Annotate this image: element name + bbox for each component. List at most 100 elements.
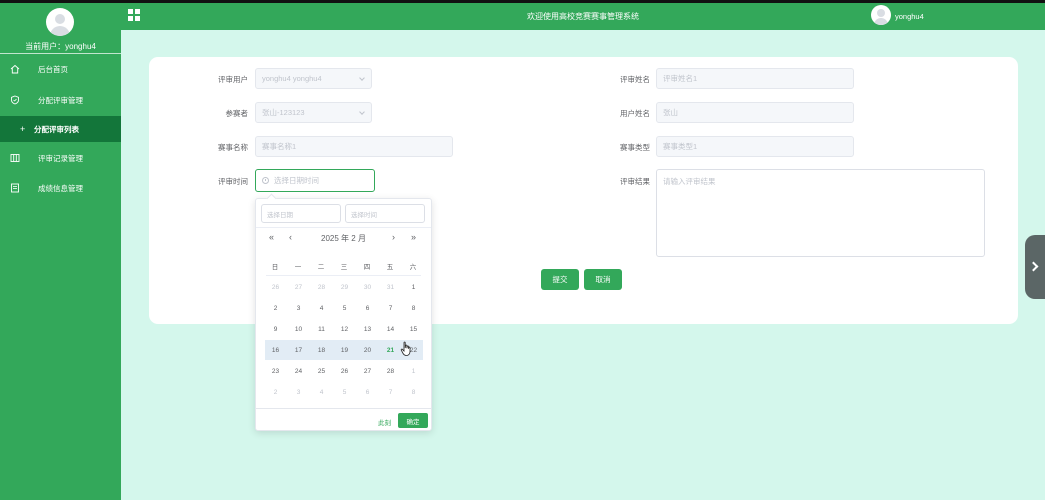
calendar-day[interactable]: 6 xyxy=(356,382,379,402)
sidebar-item-review-records[interactable]: 评审记录管理 xyxy=(0,145,121,171)
weekday-label: 二 xyxy=(317,264,325,271)
event-type-label: 赛事类型 xyxy=(620,143,650,152)
weekday-divider xyxy=(266,275,421,276)
calendar-day[interactable]: 5 xyxy=(333,382,356,402)
reviewer-name-placeholder: 评审姓名1 xyxy=(663,74,698,83)
calendar-day[interactable]: 17 xyxy=(287,340,310,360)
sidebar-item-assign-review-list[interactable]: + 分配评审列表 xyxy=(0,116,121,142)
confirm-button[interactable]: 确定 xyxy=(398,413,428,428)
calendar-day[interactable]: 13 xyxy=(356,319,379,339)
calendar-day[interactable]: 1 xyxy=(402,277,425,297)
review-time-placeholder: 选择日期时间 xyxy=(274,176,319,185)
calendar-day[interactable]: 3 xyxy=(287,298,310,318)
sidebar: 当前用户：yonghu4 后台首页 分配评审管理 + 分配评审列表 评审记录管理… xyxy=(0,3,121,500)
top-header: 欢迎使用高校竞赛赛事管理系统 yonghu4 xyxy=(121,3,1045,30)
weekday-label: 一 xyxy=(294,264,302,271)
sidebar-item-home[interactable]: 后台首页 xyxy=(0,56,121,82)
sidebar-item-score-info[interactable]: 成绩信息管理 xyxy=(0,175,121,201)
calendar-day[interactable]: 8 xyxy=(402,382,425,402)
next-month-button[interactable]: › xyxy=(392,232,395,242)
calendar-day[interactable]: 21 xyxy=(379,340,402,360)
calendar-day[interactable]: 28 xyxy=(310,277,333,297)
document-icon xyxy=(9,183,20,194)
calendar-day[interactable]: 25 xyxy=(310,361,333,381)
review-result-placeholder: 请输入评审结果 xyxy=(663,177,716,186)
calendar-day[interactable]: 11 xyxy=(310,319,333,339)
calendar-day[interactable]: 20 xyxy=(356,340,379,360)
calendar-day[interactable]: 5 xyxy=(333,298,356,318)
event-name-placeholder: 赛事名称1 xyxy=(262,142,297,151)
calendar-day[interactable]: 15 xyxy=(402,319,425,339)
calendar-day[interactable]: 10 xyxy=(287,319,310,339)
current-user: 当前用户：yonghu4 xyxy=(0,41,121,52)
home-icon xyxy=(9,64,20,75)
sidebar-item-assign-review-management[interactable]: 分配评审管理 xyxy=(0,87,121,113)
calendar-day[interactable]: 14 xyxy=(379,319,402,339)
calendar-day[interactable]: 27 xyxy=(356,361,379,381)
current-user-name: yonghu4 xyxy=(65,42,96,51)
calendar-day[interactable]: 2 xyxy=(264,382,287,402)
next-year-button[interactable]: » xyxy=(411,232,416,242)
calendar-day[interactable]: 26 xyxy=(264,277,287,297)
reviewer-name-field[interactable]: 评审姓名1 xyxy=(656,68,854,89)
sidebar-item-label: 评审记录管理 xyxy=(38,153,83,163)
calendar-day[interactable]: 30 xyxy=(356,277,379,297)
picker-time-placeholder: 选择时间 xyxy=(351,211,377,219)
calendar-day[interactable]: 18 xyxy=(310,340,333,360)
review-result-textarea[interactable]: 请输入评审结果 xyxy=(656,169,985,257)
calendar-day[interactable]: 23 xyxy=(264,361,287,381)
now-button[interactable]: 此刻 xyxy=(378,417,391,427)
picker-divider xyxy=(256,227,431,228)
chevron-right-icon xyxy=(1028,261,1039,272)
weekday-label: 六 xyxy=(409,264,417,271)
calendar-day[interactable]: 31 xyxy=(379,277,402,297)
hand-cursor-icon xyxy=(400,341,411,356)
picker-date-input[interactable]: 选择日期 xyxy=(261,204,341,223)
calendar-day[interactable]: 24 xyxy=(287,361,310,381)
participant-select[interactable]: 张山-123123 xyxy=(255,102,372,123)
cancel-button[interactable]: 取消 xyxy=(584,269,622,290)
user-avatar xyxy=(46,8,74,36)
calendar-day[interactable]: 12 xyxy=(333,319,356,339)
clock-icon xyxy=(262,177,269,184)
user-name-label: 用户姓名 xyxy=(620,109,650,118)
picker-date-placeholder: 选择日期 xyxy=(267,211,293,219)
sidebar-divider xyxy=(0,53,121,54)
calendar-day[interactable]: 3 xyxy=(287,382,310,402)
calendar-day[interactable]: 8 xyxy=(402,298,425,318)
calendar-day[interactable]: 6 xyxy=(356,298,379,318)
picker-time-input[interactable]: 选择时间 xyxy=(345,204,425,223)
event-type-field[interactable]: 赛事类型1 xyxy=(656,136,854,157)
header-avatar[interactable] xyxy=(871,5,891,25)
calendar-day[interactable]: 26 xyxy=(333,361,356,381)
header-username[interactable]: yonghu4 xyxy=(895,12,924,21)
event-type-placeholder: 赛事类型1 xyxy=(663,142,698,151)
calendar-day[interactable]: 16 xyxy=(264,340,287,360)
reviewer-user-value: yonghu4 yonghu4 xyxy=(262,74,322,83)
participant-value: 张山-123123 xyxy=(262,108,305,117)
side-panel-toggle[interactable] xyxy=(1025,235,1045,299)
submit-button[interactable]: 提交 xyxy=(541,269,579,290)
calendar-day[interactable]: 7 xyxy=(379,298,402,318)
shield-icon xyxy=(9,95,20,106)
calendar-day[interactable]: 9 xyxy=(264,319,287,339)
calendar-day[interactable]: 4 xyxy=(310,382,333,402)
sidebar-item-label: 分配评审列表 xyxy=(34,124,79,134)
calendar-day[interactable]: 1 xyxy=(402,361,425,381)
sidebar-item-label: 成绩信息管理 xyxy=(38,183,83,193)
calendar-day[interactable]: 7 xyxy=(379,382,402,402)
review-time-picker-input[interactable]: 选择日期时间 xyxy=(255,169,375,192)
event-name-field[interactable]: 赛事名称1 xyxy=(255,136,453,157)
calendar-day[interactable]: 19 xyxy=(333,340,356,360)
sidebar-item-label: 分配评审管理 xyxy=(38,95,83,105)
calendar-day[interactable]: 2 xyxy=(264,298,287,318)
reviewer-user-select[interactable]: yonghu4 yonghu4 xyxy=(255,68,372,89)
calendar-day[interactable]: 28 xyxy=(379,361,402,381)
reviewer-user-label: 评审用户 xyxy=(218,75,248,84)
calendar-day[interactable]: 29 xyxy=(333,277,356,297)
user-name-field[interactable]: 张山 xyxy=(656,102,854,123)
sidebar-item-label: 后台首页 xyxy=(38,64,68,74)
calendar-day[interactable]: 4 xyxy=(310,298,333,318)
picker-month-title[interactable]: 2025 年 2 月 xyxy=(256,233,431,244)
calendar-day[interactable]: 27 xyxy=(287,277,310,297)
